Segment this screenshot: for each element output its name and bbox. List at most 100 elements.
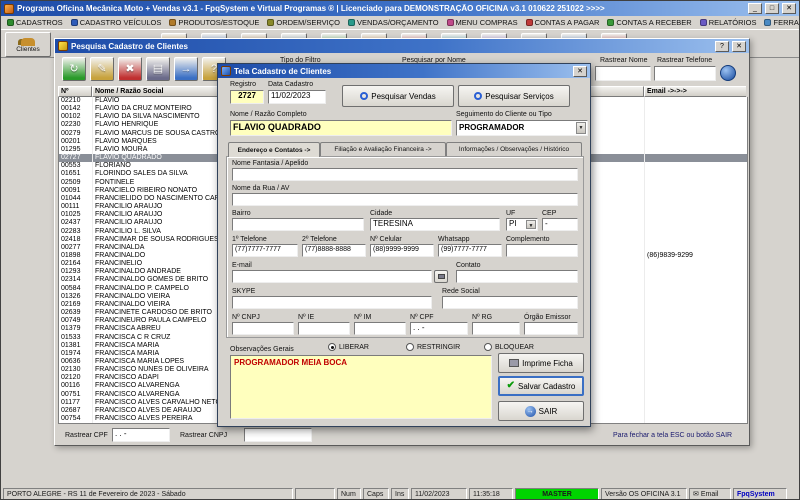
tab-filiacao-financeira[interactable]: Filiação e Avaliação Financeira -> [320, 142, 446, 156]
pesquisar-servicos-button[interactable]: Pesquisar Serviços [458, 85, 570, 107]
whatsapp-input[interactable]: (99)7777-7777 [438, 244, 502, 257]
radio-bloquear[interactable]: BLOQUEAR [484, 343, 534, 351]
cidade-input[interactable]: TERESINA [370, 218, 500, 231]
column-header-num[interactable]: Nº [58, 86, 92, 97]
pesquisar-vendas-button[interactable]: Pesquisar Vendas [342, 85, 454, 107]
close-button[interactable]: ✕ [782, 3, 796, 14]
menu-item-contas-a-receber[interactable]: CONTAS A RECEBER [603, 16, 695, 29]
column-header-email[interactable]: Email ->->-> [644, 86, 746, 97]
table-cell: (86)9839-9299 [647, 251, 693, 259]
ie-input[interactable] [298, 322, 350, 335]
maximize-button[interactable]: □ [765, 3, 779, 14]
tel1-input[interactable]: (77)7777-7777 [232, 244, 298, 257]
cpf-input[interactable]: . . - [410, 322, 468, 335]
complemento-input[interactable] [506, 244, 578, 257]
uf-select[interactable]: PI ▼ [506, 218, 538, 231]
menu-item-label: PRODUTOS/ESTOQUE [178, 18, 260, 27]
imprime-ficha-button[interactable]: Imprime Ficha [498, 353, 584, 373]
search-help-button[interactable]: ? [715, 40, 729, 52]
menu-item-vendas-orcamento[interactable]: VENDAS/ORÇAMENTO [344, 16, 443, 29]
bairro-input[interactable] [232, 218, 364, 231]
chevron-down-icon[interactable]: ▼ [576, 122, 586, 134]
search-close-button[interactable]: ✕ [732, 40, 746, 52]
table-cell [645, 244, 747, 252]
rua-input[interactable] [232, 193, 578, 206]
search-go-button[interactable] [720, 65, 736, 81]
cep-input[interactable]: - [542, 218, 578, 231]
table-cell: 01898 [59, 251, 93, 261]
seguimento-select[interactable]: PROGRAMADOR ▼ [456, 120, 588, 136]
menu-item-menu-compras[interactable]: MENU COMPRAS [443, 16, 522, 29]
sair-button[interactable]: → SAIR [498, 401, 584, 421]
refresh-icon[interactable]: ↻ [62, 57, 86, 81]
radio-bloquear-icon[interactable] [484, 343, 492, 351]
observacoes-label: Observações Gerais [230, 346, 294, 353]
menu-item-label: CONTAS A PAGAR [534, 18, 600, 27]
radio-restringir-icon[interactable] [406, 343, 414, 351]
imprime-ficha-label: Imprime Ficha [522, 358, 573, 368]
observacoes-textarea[interactable]: PROGRAMADOR MEIA BOCA [230, 355, 492, 419]
table-cell [645, 260, 747, 268]
cnpj-input[interactable] [232, 322, 294, 335]
trace-name-input[interactable] [595, 66, 651, 81]
table-cell [645, 179, 747, 187]
dialog-close-button[interactable]: ✕ [573, 65, 587, 77]
dialog-icon [221, 66, 231, 76]
data-cadastro-input[interactable]: 11/02/2023 [268, 90, 326, 104]
menu-item-contas-a-pagar[interactable]: CONTAS A PAGAR [522, 16, 604, 29]
table-cell: 02164 [59, 260, 93, 269]
table-cell: 02130 [59, 366, 93, 375]
tab-informacoes-historico[interactable]: Informações / Observações / Histórico [446, 142, 582, 156]
salvar-cadastro-button[interactable]: ✔ Salvar Cadastro [498, 376, 584, 396]
status-user: MASTER [515, 488, 599, 499]
table-cell [645, 121, 747, 129]
radio-liberar-icon[interactable] [328, 343, 336, 351]
tel2-label: 2º Telefone [302, 236, 337, 243]
ie-label: Nº IE [298, 314, 315, 321]
status-brand[interactable]: FpqSystem [733, 488, 787, 499]
trace-phone-input[interactable] [654, 66, 716, 81]
tab-endereco-contatos[interactable]: Endereço e Contatos -> [228, 142, 320, 157]
status-email[interactable]: ✉ Email [689, 488, 731, 499]
nome-input[interactable]: FLAVIO QUADRADO [230, 120, 452, 136]
rede-social-input[interactable] [442, 296, 578, 309]
table-cell [645, 146, 747, 154]
delete-icon[interactable]: ✖ [118, 57, 142, 81]
table-cell [645, 113, 747, 121]
menu-item-label: CADASTRO VEÍCULOS [79, 18, 162, 27]
menu-item-ferramentas[interactable]: FERRAMENTAS [760, 16, 799, 29]
trace-name-label: Rastrear Nome [600, 57, 648, 64]
minimize-button[interactable]: _ [748, 3, 762, 14]
im-input[interactable] [354, 322, 406, 335]
menu-item-relatorios[interactable]: RELATÓRIOS [696, 16, 761, 29]
edit-icon[interactable]: ✎ [90, 57, 114, 81]
menu-item-produtos-estoque[interactable]: PRODUTOS/ESTOQUE [165, 16, 263, 29]
radio-liberar[interactable]: LIBERAR [328, 343, 369, 351]
rua-label: Nome da Rua / AV [232, 185, 290, 192]
celular-input[interactable]: (88)9999-9999 [370, 244, 434, 257]
menu-item-cadastros[interactable]: CADASTROS [3, 16, 67, 29]
table-cell: 00754 [59, 415, 93, 423]
orgao-emissor-input[interactable] [524, 322, 578, 335]
skype-input[interactable] [232, 296, 432, 309]
contato-input[interactable] [456, 270, 578, 283]
export-icon[interactable]: → [174, 57, 198, 81]
trace-cnpj-input[interactable] [244, 428, 312, 442]
menu-item-ordem-servico[interactable]: ORDEM/SERVIÇO [263, 16, 344, 29]
email-input[interactable] [232, 270, 432, 283]
clients-toolbar-button[interactable]: Clientes [5, 32, 51, 57]
table-cell [645, 325, 747, 333]
menu-item-cadastro-veiculos[interactable]: CADASTRO VEÍCULOS [67, 16, 166, 29]
fantasia-input[interactable] [232, 168, 578, 181]
rg-input[interactable] [472, 322, 520, 335]
table-cell [645, 382, 747, 390]
chevron-down-icon[interactable]: ▼ [526, 220, 536, 229]
trace-cpf-input[interactable]: . . - [112, 428, 170, 442]
print-icon[interactable]: ▤ [146, 57, 170, 81]
radio-restringir[interactable]: RESTRINGIR [406, 343, 460, 351]
email-send-button[interactable] [434, 270, 448, 283]
status-caps: Caps [363, 488, 389, 499]
table-cell: 00553 [59, 162, 93, 171]
table-cell [645, 301, 747, 309]
tel2-input[interactable]: (77)8888-8888 [302, 244, 366, 257]
